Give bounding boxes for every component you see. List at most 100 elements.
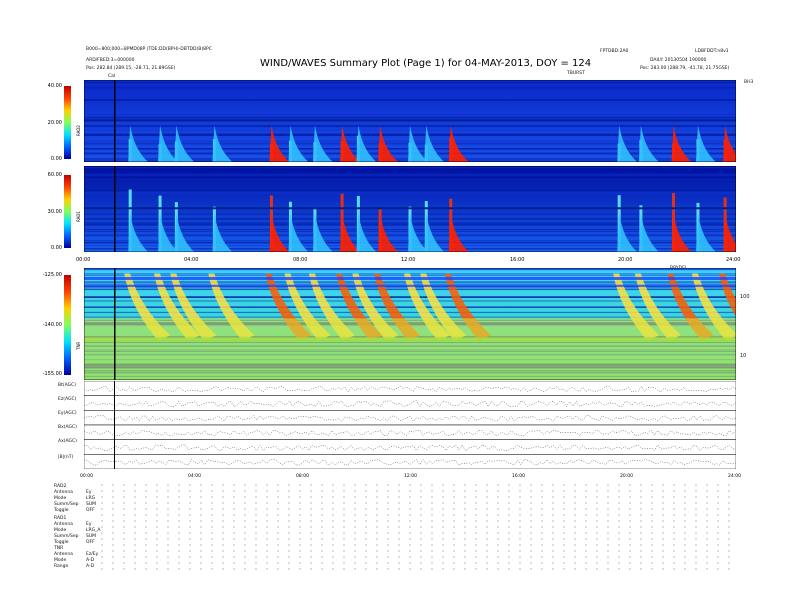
footer-dot: [145, 532, 147, 534]
footer-dot: [365, 502, 367, 504]
footer-dot: [376, 502, 378, 504]
footer-dot: [178, 532, 180, 534]
footer-dot: [728, 508, 730, 510]
footer-dot: [596, 520, 598, 522]
footer-dot: [321, 550, 323, 552]
footer-dot: [596, 544, 598, 546]
footer-dot: [519, 556, 521, 558]
footer-dot: [332, 508, 334, 510]
footer-dot: [189, 556, 191, 558]
footer-dot: [156, 550, 158, 552]
footer-dot: [695, 556, 697, 558]
footer-dot: [112, 550, 114, 552]
rad1-spectrogram: [84, 166, 736, 252]
footer-dot: [376, 538, 378, 540]
footer-dot: [310, 562, 312, 564]
footer-dot: [552, 502, 554, 504]
footer-dot: [288, 520, 290, 522]
footer-dot: [453, 568, 455, 570]
footer-dot: [310, 484, 312, 486]
footer-dot: [277, 508, 279, 510]
footer-dot: [530, 532, 532, 534]
footer-dot: [596, 538, 598, 540]
spectrogram-streak: [84, 171, 736, 173]
footer-dot: [541, 538, 543, 540]
footer-dot: [442, 484, 444, 486]
footer-dot: [442, 544, 444, 546]
footer-dot: [178, 562, 180, 564]
footer-dot: [211, 520, 213, 522]
footer-dot: [233, 532, 235, 534]
footer-dot: [277, 490, 279, 492]
footer-dot: [178, 484, 180, 486]
footer-dot: [717, 532, 719, 534]
footer-dot: [233, 544, 235, 546]
footer-dot: [695, 484, 697, 486]
footer-dot: [497, 550, 499, 552]
footer-dot: [585, 508, 587, 510]
footer-dot: [431, 526, 433, 528]
rad2-label: RAD2: [76, 125, 81, 136]
footer-dot: [277, 544, 279, 546]
footer-dot: [695, 526, 697, 528]
footer-dot: [156, 502, 158, 504]
footer-dot: [266, 484, 268, 486]
footer-dot: [332, 538, 334, 540]
time-label-6: 24:00: [726, 257, 741, 263]
footer-dot: [101, 568, 103, 570]
footer-dot: [640, 532, 642, 534]
time-label-0: 00:00: [76, 257, 91, 263]
footer-dot: [552, 508, 554, 510]
footer-dot: [497, 520, 499, 522]
footer-dot: [112, 520, 114, 522]
footer-dot: [585, 526, 587, 528]
footer-dot: [288, 532, 290, 534]
footer-dot: [233, 502, 235, 504]
footer-dot: [409, 538, 411, 540]
footer-dot: [310, 526, 312, 528]
footer-dot: [431, 532, 433, 534]
footer-dot: [387, 538, 389, 540]
footer-dot: [464, 556, 466, 558]
footer-dot: [112, 496, 114, 498]
footer-dot: [233, 562, 235, 564]
footer-dot: [497, 532, 499, 534]
footer-dot: [222, 532, 224, 534]
spectrogram-streak: [84, 166, 736, 169]
footer-dot: [640, 550, 642, 552]
footer-dot: [651, 502, 653, 504]
spectrogram-streak: [84, 113, 736, 116]
footer-dot: [453, 538, 455, 540]
spectrogram-streak: [84, 80, 736, 82]
footer-dot: [420, 532, 422, 534]
footer-dot: [640, 520, 642, 522]
footer-dot: [563, 484, 565, 486]
footer-dot: [464, 508, 466, 510]
tnr-spectrogram: [84, 268, 736, 380]
tnr-right-tick-10: 10: [740, 353, 747, 359]
footer-dot: [497, 544, 499, 546]
footer-dot: [376, 496, 378, 498]
footer-dot: [508, 508, 510, 510]
footer-dot: [167, 484, 169, 486]
footer-dot: [442, 520, 444, 522]
footer-dot: [519, 550, 521, 552]
footer-dot: [233, 490, 235, 492]
spectrogram-streak: [84, 81, 736, 83]
footer-dot: [123, 532, 125, 534]
footer-dot: [145, 496, 147, 498]
footer-dot: [167, 514, 169, 516]
footer-dot: [343, 514, 345, 516]
footer-dot: [398, 526, 400, 528]
footer-dot: [354, 502, 356, 504]
footer-dot: [222, 508, 224, 510]
footer-dot: [420, 538, 422, 540]
footer-dot: [519, 538, 521, 540]
footer-dot: [530, 544, 532, 546]
footer-dot: [497, 514, 499, 516]
footer-dot: [365, 520, 367, 522]
footer-dot: [244, 496, 246, 498]
footer-dot: [167, 532, 169, 534]
footer-dot: [354, 532, 356, 534]
footer-dot: [475, 496, 477, 498]
